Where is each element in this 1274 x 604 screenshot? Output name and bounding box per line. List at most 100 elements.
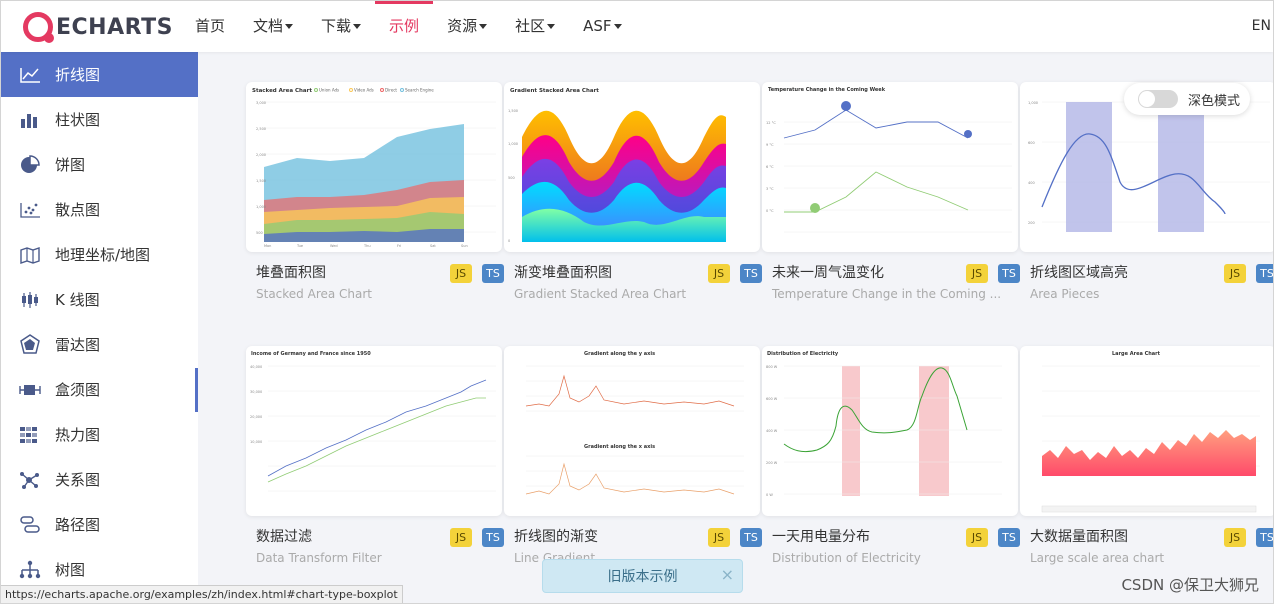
ts-badge[interactable]: TS (998, 528, 1020, 547)
svg-text:40,000: 40,000 (250, 365, 262, 369)
svg-text:Direct: Direct (385, 88, 397, 93)
nav-item-download[interactable]: 下载 (307, 1, 375, 52)
thumb-title: Gradient Stacked Area Chart (510, 88, 599, 94)
tree-icon (19, 559, 41, 581)
sidebar-item-label: 树图 (55, 561, 86, 579)
svg-text:0 °C: 0 °C (766, 209, 774, 213)
ts-badge[interactable]: TS (482, 528, 504, 547)
js-badge[interactable]: JS (966, 528, 988, 547)
js-badge[interactable]: JS (708, 528, 730, 547)
example-card[interactable]: Temperature Change in the Coming Week 12… (762, 82, 1020, 304)
sidebar-item-bar[interactable]: 柱状图 (1, 97, 198, 142)
js-badge[interactable]: JS (1224, 264, 1246, 283)
example-card[interactable]: Gradient along the y axis Gradient along… (504, 346, 762, 568)
sidebar-item-radar[interactable]: 雷达图 (1, 322, 198, 367)
example-card[interactable]: Distribution of Electricity 800 W 600 W 40… (762, 346, 1020, 568)
sidebar-item-label: 地理坐标/地图 (55, 246, 151, 264)
sidebar-item-heatmap[interactable]: 热力图 (1, 412, 198, 457)
thumb-title-2: Gradient along the x axis (584, 444, 655, 450)
ts-badge[interactable]: TS (998, 264, 1020, 283)
main-nav: 首页 文档 下载 示例 资源 社区 ASF (181, 1, 636, 52)
sidebar-item-line[interactable]: 折线图 (1, 52, 198, 97)
chart-thumbnail[interactable]: Temperature Change in the Coming Week 12… (762, 82, 1018, 252)
logo-text: ECHARTS (56, 14, 173, 40)
browser-viewport: ECHARTS 首页 文档 下载 示例 资源 社区 ASF EN 折线图 柱状图… (0, 0, 1274, 604)
nav-item-home[interactable]: 首页 (181, 1, 239, 52)
svg-text:800 W: 800 W (766, 365, 778, 369)
js-badge[interactable]: JS (450, 264, 472, 283)
language-switch[interactable]: EN (1252, 1, 1271, 52)
close-icon[interactable]: × (721, 565, 734, 584)
nav-item-docs[interactable]: 文档 (239, 1, 307, 52)
nav-label: 下载 (321, 17, 352, 35)
nav-item-resources[interactable]: 资源 (433, 1, 501, 52)
chart-thumbnail[interactable]: Gradient Stacked Area Chart 1,500 1,000 50… (504, 82, 760, 252)
sidebar-item-label: 散点图 (55, 201, 101, 219)
svg-text:2,000: 2,000 (256, 153, 266, 157)
chart-type-sidebar: 折线图 柱状图 饼图 散点图 地理坐标/地图 K 线图 雷达图 盒须图 热力图 … (1, 52, 199, 603)
nav-item-community[interactable]: 社区 (501, 1, 569, 52)
chart-thumbnail[interactable]: Large Area Chart (1020, 346, 1273, 516)
thumb-title: Gradient along the y axis (584, 351, 655, 357)
old-version-examples-button[interactable]: 旧版本示例 × (542, 559, 743, 593)
js-badge[interactable]: JS (966, 264, 988, 283)
sidebar-item-label: 雷达图 (55, 336, 101, 354)
chart-thumbnail[interactable]: Income of Germany and France since 1950 … (246, 346, 502, 516)
ts-badge[interactable]: TS (740, 528, 762, 547)
caret-down-icon (353, 24, 362, 29)
thumb-title: Temperature Change in the Coming Week (768, 87, 886, 93)
svg-text:Union Ads: Union Ads (319, 88, 339, 93)
js-badge[interactable]: JS (450, 528, 472, 547)
svg-text:10,000: 10,000 (250, 440, 262, 444)
thumb-title: Income of Germany and France since 1950 (251, 351, 371, 357)
old-version-label: 旧版本示例 (607, 569, 678, 585)
dark-mode-toggle[interactable]: 深色模式 (1124, 83, 1250, 115)
example-card[interactable]: Income of Germany and France since 1950 … (246, 346, 504, 568)
sidebar-item-candlestick[interactable]: K 线图 (1, 277, 198, 322)
thumb-title: Stacked Area Chart (252, 88, 312, 94)
chart-thumbnail[interactable]: Distribution of Electricity 800 W 600 W 40… (762, 346, 1018, 516)
pie-chart-icon (19, 154, 41, 176)
example-card[interactable]: Large Area Chart 大数据量面积图 Large scale are… (1020, 346, 1273, 568)
ts-badge[interactable]: TS (1256, 528, 1273, 547)
js-badge[interactable]: JS (708, 264, 730, 283)
nav-item-examples[interactable]: 示例 (375, 1, 434, 52)
card-subtitle: Gradient Stacked Area Chart (514, 287, 687, 301)
svg-text:3 °C: 3 °C (766, 187, 774, 191)
chart-thumbnail[interactable]: Gradient along the y axis Gradient along… (504, 346, 760, 516)
toggle-switch[interactable] (1138, 90, 1178, 108)
toggle-knob (1139, 91, 1155, 107)
chart-thumbnail[interactable]: Stacked Area Chart Union Ads Video Ads Dir… (246, 82, 502, 252)
svg-text:Video Ads: Video Ads (354, 88, 374, 93)
svg-text:200: 200 (1028, 221, 1035, 225)
sidebar-item-graph[interactable]: 关系图 (1, 457, 198, 502)
svg-text:Wed: Wed (330, 244, 338, 248)
echarts-logo[interactable]: ECHARTS (23, 10, 173, 44)
caret-down-icon (613, 24, 622, 29)
ts-badge[interactable]: TS (740, 264, 762, 283)
sidebar-item-boxplot[interactable]: 盒须图 (1, 367, 198, 412)
sidebar-scrollbar[interactable] (198, 52, 203, 603)
sidebar-item-scatter[interactable]: 散点图 (1, 187, 198, 232)
js-badge[interactable]: JS (1224, 528, 1246, 547)
svg-text:500: 500 (508, 176, 515, 180)
caret-down-icon (547, 24, 556, 29)
svg-text:Sat: Sat (430, 244, 436, 248)
lines-icon (19, 514, 41, 536)
svg-text:20,000: 20,000 (250, 415, 262, 419)
svg-text:600 W: 600 W (766, 397, 778, 401)
ts-badge[interactable]: TS (1256, 264, 1273, 283)
sidebar-item-pie[interactable]: 饼图 (1, 142, 198, 187)
sidebar-item-map[interactable]: 地理坐标/地图 (1, 232, 198, 277)
ts-badge[interactable]: TS (482, 264, 504, 283)
nav-item-asf[interactable]: ASF (569, 1, 635, 52)
sidebar-item-label: 饼图 (55, 156, 86, 174)
sidebar-item-lines[interactable]: 路径图 (1, 502, 198, 547)
example-card[interactable]: 1,000 600 400 200 折线图区域高亮 Area Pieces JS TS (1020, 82, 1273, 304)
bar-chart-icon (19, 109, 41, 131)
scatter-chart-icon (19, 199, 41, 221)
example-card[interactable]: Stacked Area Chart Union Ads Video Ads Dir… (246, 82, 504, 304)
dark-mode-label: 深色模式 (1188, 93, 1241, 109)
example-card[interactable]: Gradient Stacked Area Chart 1,500 1,000 50… (504, 82, 762, 304)
card-subtitle: Distribution of Electricity (772, 551, 921, 565)
